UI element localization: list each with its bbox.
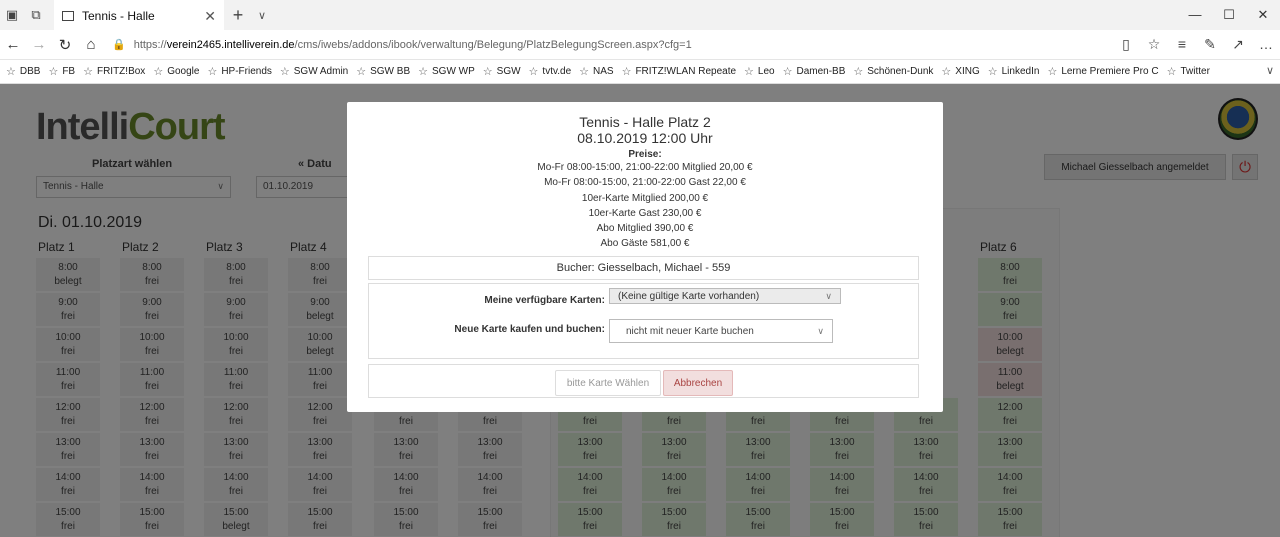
favorite-star-icon: ☆ — [279, 66, 290, 78]
favorites-overflow-chevron-icon[interactable]: ∨ — [1266, 64, 1274, 77]
forward-icon[interactable]: → — [26, 36, 52, 53]
favorite-star-icon: ☆ — [941, 66, 952, 78]
favorite-star-icon: ☆ — [1166, 66, 1177, 78]
booker-info: Bucher: Giesselbach, Michael - 559 — [368, 256, 919, 280]
favorite-link[interactable]: ☆ Google — [153, 65, 199, 78]
browser-tab[interactable]: Tennis - Halle ✕ — [54, 0, 224, 30]
favorite-link[interactable]: ☆ Leo — [744, 65, 775, 78]
card-selection-panel: Meine verfügbare Karten: (Keine gültige … — [368, 283, 919, 359]
maximize-icon[interactable]: ☐ — [1212, 0, 1246, 30]
favorites-hub-icon[interactable]: ≡ — [1168, 36, 1196, 53]
toolbar-right: ▯ ☆ ≡ ✎ ↗ … — [1112, 36, 1280, 53]
share-icon[interactable]: ↗ — [1224, 36, 1252, 53]
favorite-link[interactable]: ☆ FRITZ!WLAN Repeate — [622, 65, 736, 78]
favorite-star-icon: ☆ — [579, 66, 590, 78]
favorite-star-icon: ☆ — [207, 66, 218, 78]
favorite-link[interactable]: ☆ LinkedIn — [988, 65, 1040, 78]
minimize-icon[interactable]: — — [1178, 0, 1212, 30]
new-card-label: Neue Karte kaufen und buchen: — [454, 324, 605, 335]
url-path: /cms/iwebs/addons/ibook/verwaltung/Beleg… — [294, 38, 692, 51]
url-field[interactable]: 🔒 https://verein2465.intelliverein.de/cm… — [104, 34, 1112, 56]
refresh-icon[interactable]: ↻ — [52, 36, 78, 54]
favorite-link[interactable]: ☆ FB — [48, 65, 75, 78]
favorite-link[interactable]: ☆ Twitter — [1167, 65, 1210, 78]
favorite-link[interactable]: ☆ FRITZ!Box — [83, 65, 145, 78]
favorite-star-icon[interactable]: ☆ — [1140, 36, 1168, 53]
new-card-select[interactable]: nicht mit neuer Karte buchen ∨ — [609, 319, 833, 343]
booking-dialog: Tennis - Halle Platz 2 08.10.2019 12:00 … — [347, 102, 943, 412]
reading-view-icon[interactable]: ▯ — [1112, 36, 1140, 53]
favorite-link[interactable]: ☆ Damen-BB — [783, 65, 846, 78]
favorite-star-icon: ☆ — [1047, 66, 1058, 78]
favorite-star-icon: ☆ — [356, 66, 367, 78]
tab-list-chevron-icon[interactable]: ∨ — [252, 9, 272, 22]
new-tab-button[interactable]: + — [224, 5, 252, 26]
favorite-star-icon: ☆ — [418, 66, 428, 78]
back-icon[interactable]: ← — [0, 36, 26, 53]
chevron-down-icon: ∨ — [817, 325, 824, 336]
favorite-star-icon: ☆ — [853, 66, 864, 78]
favorite-star-icon: ☆ — [83, 66, 93, 78]
favorite-star-icon: ☆ — [48, 66, 59, 78]
price-line: 10er-Karte Mitglied 200,00 € — [581, 193, 709, 204]
favorite-link[interactable]: ☆ XING — [941, 65, 979, 78]
favorite-link[interactable]: ☆ HP-Friends — [207, 65, 271, 78]
favorite-link[interactable]: ☆ SGW BB — [356, 65, 410, 78]
page-icon — [62, 11, 74, 21]
cancel-button[interactable]: Abbrechen — [663, 370, 733, 396]
dialog-court-title: Tennis - Halle Platz 2 — [579, 114, 711, 130]
dialog-datetime: 08.10.2019 12:00 Uhr — [577, 130, 713, 146]
favorite-star-icon: ☆ — [744, 66, 754, 78]
more-icon[interactable]: … — [1252, 36, 1280, 53]
notes-pen-icon[interactable]: ✎ — [1196, 36, 1224, 53]
choose-card-button[interactable]: bitte Karte Wählen — [555, 370, 661, 396]
tab-actions-icon[interactable]: ▣ — [0, 0, 24, 30]
close-window-icon[interactable]: ✕ — [1246, 0, 1280, 30]
prices-label: Preise: — [628, 149, 662, 160]
price-line: Mo-Fr 08:00-15:00, 21:00-22:00 Mitglied … — [537, 162, 753, 173]
favorites-bar: ☆ DBB ☆ FB ☆ FRITZ!Box ☆ Google ☆ HP-Friends ☆ SGW … — [0, 60, 1280, 84]
close-tab-icon[interactable]: ✕ — [204, 8, 216, 25]
favorite-link[interactable]: ☆ tvtv.de — [529, 65, 572, 78]
price-line: 10er-Karte Gast 230,00 € — [588, 208, 702, 219]
chevron-down-icon: ∨ — [825, 290, 832, 301]
address-bar: ← → ↻ ⌂ 🔒 https://verein2465.intellivere… — [0, 30, 1280, 60]
price-line: Abo Gäste 581,00 € — [600, 238, 690, 249]
favorite-link[interactable]: ☆ SGW — [483, 65, 521, 78]
favorite-link[interactable]: ☆ SGW WP — [418, 65, 475, 78]
favorite-star-icon: ☆ — [153, 66, 164, 78]
title-bar: ▣ ⧉ Tennis - Halle ✕ + ∨ — ☐ ✕ — [0, 0, 1280, 30]
set-tabs-aside-icon[interactable]: ⧉ — [24, 0, 48, 30]
favorite-star-icon: ☆ — [6, 66, 16, 78]
favorite-link[interactable]: ☆ Lerne Premiere Pro C — [1047, 65, 1158, 78]
my-cards-select[interactable]: (Keine gültige Karte vorhanden) ∨ — [609, 288, 841, 304]
url-prefix: https:// — [133, 38, 167, 51]
price-line: Abo Mitglied 390,00 € — [596, 223, 694, 234]
tab-title: Tennis - Halle — [82, 9, 155, 23]
favorite-star-icon: ☆ — [482, 66, 493, 78]
favorite-link[interactable]: ☆ DBB — [6, 65, 40, 78]
url-host: verein2465.intelliverein.de — [166, 38, 295, 51]
dialog-actions: bitte Karte Wählen Abbrechen — [368, 364, 919, 398]
favorite-star-icon: ☆ — [621, 66, 632, 78]
favorite-star-icon: ☆ — [987, 66, 998, 78]
favorite-link[interactable]: ☆ Schönen-Dunk — [853, 65, 933, 78]
price-line: Mo-Fr 08:00-15:00, 21:00-22:00 Gast 22,0… — [544, 177, 746, 188]
favorite-link[interactable]: ☆ NAS — [579, 65, 613, 78]
window-controls: — ☐ ✕ — [1178, 0, 1280, 30]
lock-icon: 🔒 — [112, 39, 126, 51]
my-cards-label: Meine verfügbare Karten: — [484, 295, 605, 306]
favorite-link[interactable]: ☆ SGW Admin — [280, 65, 348, 78]
favorite-star-icon: ☆ — [782, 66, 793, 78]
home-icon[interactable]: ⌂ — [78, 36, 104, 53]
favorite-star-icon: ☆ — [528, 66, 539, 78]
